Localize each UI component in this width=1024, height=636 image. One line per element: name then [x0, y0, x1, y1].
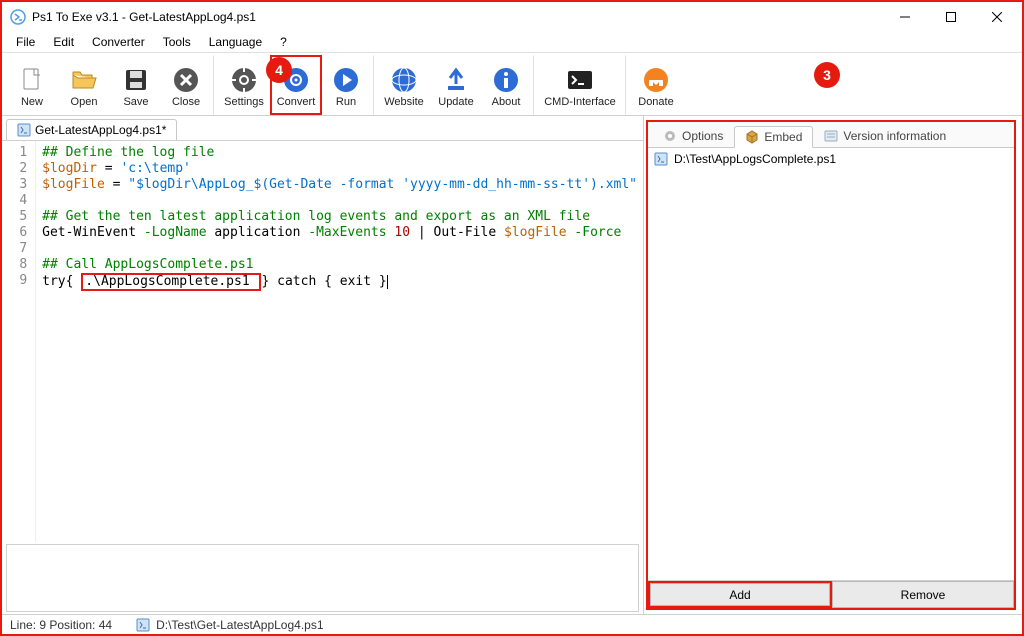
run-icon	[332, 66, 360, 94]
about-icon	[492, 66, 520, 94]
about-label: About	[492, 96, 521, 108]
menu-bar: File Edit Converter Tools Language ?	[2, 32, 1022, 52]
embed-item-label: D:\Test\AppLogsComplete.ps1	[674, 152, 836, 166]
tab-version-label: Version information	[843, 129, 946, 143]
website-label: Website	[384, 96, 424, 108]
embed-list[interactable]: D:\Test\AppLogsComplete.ps1	[648, 148, 1014, 580]
menu-converter[interactable]: Converter	[84, 33, 153, 51]
tab-options-label: Options	[682, 129, 723, 143]
menu-edit[interactable]: Edit	[45, 33, 82, 51]
cmd-interface-button[interactable]: CMD-Interface	[538, 55, 626, 115]
box-icon	[745, 130, 759, 144]
add-button[interactable]: Add	[650, 583, 830, 606]
save-label: Save	[123, 96, 148, 108]
run-button[interactable]: Run	[322, 55, 374, 115]
status-file-label: D:\Test\Get-LatestAppLog4.ps1	[156, 618, 323, 632]
new-label: New	[21, 96, 43, 108]
terminal-icon	[566, 66, 594, 94]
info-panel-icon	[824, 129, 838, 143]
status-bar: Line: 9 Position: 44 D:\Test\Get-LatestA…	[2, 614, 1022, 634]
run-label: Run	[336, 96, 356, 108]
tab-options[interactable]: Options	[652, 125, 734, 147]
line-gutter: 123456789	[2, 141, 36, 542]
settings-label: Settings	[224, 96, 264, 108]
close-file-icon	[172, 66, 200, 94]
close-label: Close	[172, 96, 200, 108]
update-button[interactable]: Update	[430, 55, 482, 115]
tab-embed-label: Embed	[764, 130, 802, 144]
window-title: Ps1 To Exe v3.1 - Get-LatestAppLog4.ps1	[32, 10, 882, 24]
donate-icon	[642, 66, 670, 94]
convert-label: Convert	[277, 96, 316, 108]
app-icon	[10, 9, 26, 25]
output-pane[interactable]	[6, 544, 639, 612]
embed-item[interactable]: D:\Test\AppLogsComplete.ps1	[654, 152, 1008, 166]
new-button[interactable]: New	[6, 55, 58, 115]
close-button[interactable]	[974, 2, 1020, 32]
gear-icon	[663, 129, 677, 143]
settings-button[interactable]: Settings	[218, 55, 270, 115]
update-label: Update	[438, 96, 473, 108]
code-area[interactable]: ## Define the log file$logDir = 'c:\temp…	[36, 141, 643, 542]
main-area: Get-LatestAppLog4.ps1* 123456789 ## Defi…	[2, 116, 1022, 614]
toolbar: 4 New Open Save Close Settings Convert R…	[2, 52, 1022, 116]
tab-version-info[interactable]: Version information	[813, 125, 957, 147]
settings-icon	[230, 66, 258, 94]
menu-tools[interactable]: Tools	[155, 33, 199, 51]
cmd-label: CMD-Interface	[544, 96, 616, 108]
callout-4: 4	[266, 57, 292, 83]
script-file-icon	[136, 618, 150, 632]
close-file-button[interactable]: Close	[162, 55, 214, 115]
right-tabstrip: Options Embed Version information	[648, 122, 1014, 148]
script-file-icon	[654, 152, 668, 166]
menu-file[interactable]: File	[8, 33, 43, 51]
title-bar: Ps1 To Exe v3.1 - Get-LatestAppLog4.ps1	[2, 2, 1022, 32]
editor-tabstrip: Get-LatestAppLog4.ps1*	[2, 116, 643, 140]
editor-tab-label: Get-LatestAppLog4.ps1*	[35, 123, 166, 137]
maximize-button[interactable]	[928, 2, 974, 32]
open-icon	[70, 66, 98, 94]
open-label: Open	[71, 96, 98, 108]
save-button[interactable]: Save	[110, 55, 162, 115]
open-button[interactable]: Open	[58, 55, 110, 115]
tab-embed[interactable]: Embed	[734, 126, 813, 148]
script-icon	[17, 123, 31, 137]
minimize-button[interactable]	[882, 2, 928, 32]
menu-help[interactable]: ?	[272, 33, 295, 51]
remove-button[interactable]: Remove	[832, 581, 1014, 608]
update-icon	[442, 66, 470, 94]
code-editor[interactable]: 123456789 ## Define the log file$logDir …	[2, 140, 643, 542]
donate-button[interactable]: Donate	[630, 55, 682, 115]
embed-buttons: Add Remove	[648, 580, 1014, 608]
left-pane: Get-LatestAppLog4.ps1* 123456789 ## Defi…	[2, 116, 644, 614]
donate-label: Donate	[638, 96, 673, 108]
save-icon	[122, 66, 150, 94]
cursor-position: Line: 9 Position: 44	[10, 618, 112, 632]
website-button[interactable]: Website	[378, 55, 430, 115]
status-file: D:\Test\Get-LatestAppLog4.ps1	[136, 618, 323, 632]
right-panel: Options Embed Version information D:\Tes…	[646, 120, 1016, 610]
callout-3: 3	[814, 62, 840, 88]
editor-tab[interactable]: Get-LatestAppLog4.ps1*	[6, 119, 177, 140]
about-button[interactable]: About	[482, 55, 534, 115]
new-icon	[18, 66, 46, 94]
menu-language[interactable]: Language	[201, 33, 270, 51]
website-icon	[390, 66, 418, 94]
